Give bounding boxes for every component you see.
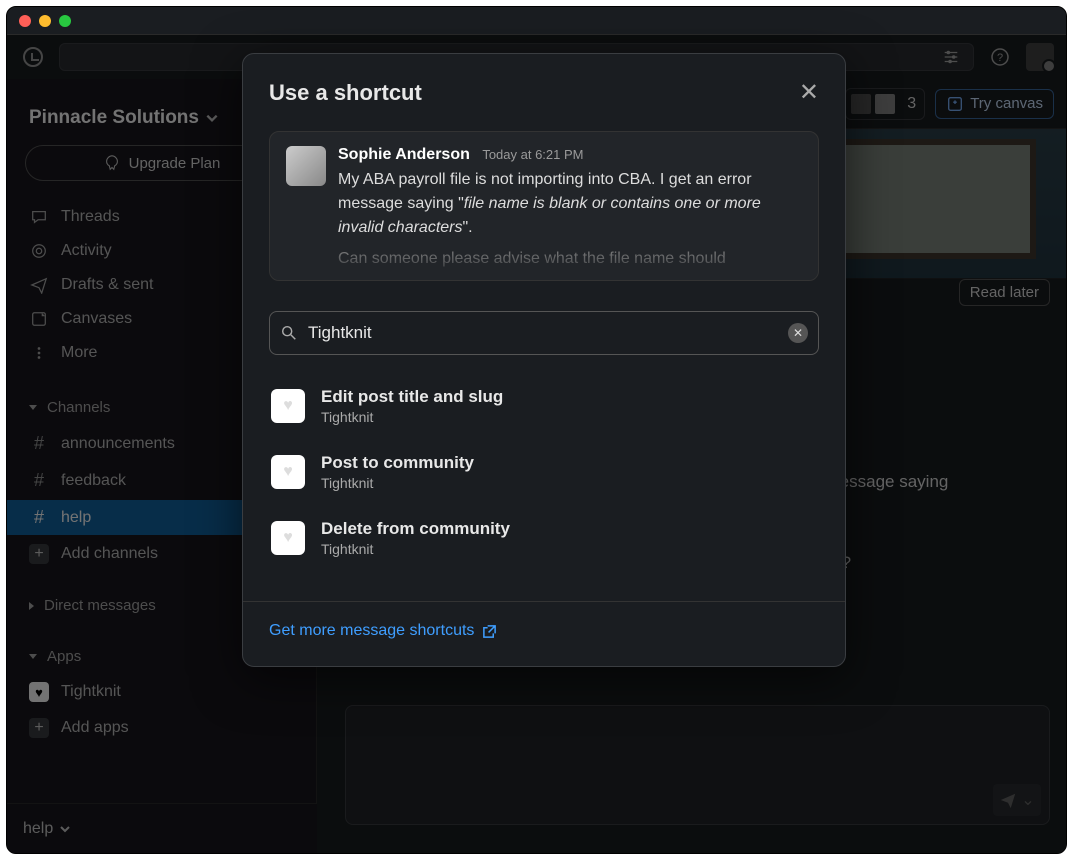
- shortcut-modal: Use a shortcut ✕ Sophie Anderson Today a…: [242, 53, 846, 667]
- shortcut-list: ♥ Edit post title and slug Tightknit ♥ P…: [243, 355, 845, 601]
- channel-label: announcements: [61, 435, 175, 453]
- context-message: Sophie Anderson Today at 6:21 PM My ABA …: [269, 131, 819, 281]
- shortcut-label: Delete from community: [321, 519, 510, 539]
- message-composer[interactable]: ⌄: [345, 705, 1050, 825]
- section-label: Channels: [47, 399, 110, 416]
- traffic-close[interactable]: [19, 15, 31, 27]
- plus-icon: +: [29, 718, 49, 738]
- nav-label: Activity: [61, 242, 112, 260]
- traffic-minimize[interactable]: [39, 15, 51, 27]
- read-later-label: Read later: [970, 284, 1039, 301]
- hash-icon: #: [29, 433, 49, 454]
- app-label: Tightknit: [61, 683, 121, 701]
- traffic-zoom[interactable]: [59, 15, 71, 27]
- nav-label: Drafts & sent: [61, 276, 153, 294]
- shortcut-app-name: Tightknit: [321, 475, 474, 491]
- chevron-down-icon: [59, 823, 71, 835]
- canvas-plus-icon: [946, 95, 964, 113]
- member-count: 3: [907, 95, 916, 113]
- channel-label: help: [61, 509, 91, 527]
- section-label: Direct messages: [44, 597, 156, 614]
- tightknit-icon: ♥: [271, 389, 305, 423]
- footer-link-label: Get more message shortcuts: [269, 622, 474, 640]
- chevron-down-icon: [205, 111, 219, 125]
- shortcut-search-input[interactable]: [308, 323, 778, 343]
- try-canvas-button[interactable]: Try canvas: [935, 89, 1054, 119]
- nav-label: Canvases: [61, 310, 132, 328]
- channel-label: feedback: [61, 472, 126, 490]
- bottom-channel-label: help: [23, 820, 53, 838]
- external-link-icon: [482, 624, 497, 639]
- workspace-name: Pinnacle Solutions: [29, 107, 199, 129]
- nav-label: More: [61, 344, 97, 362]
- threads-icon: [29, 208, 49, 226]
- add-channels-label: Add channels: [61, 545, 158, 563]
- close-icon: ✕: [799, 79, 819, 106]
- member-count-button[interactable]: 3: [845, 88, 925, 120]
- avatar: [873, 92, 897, 116]
- add-apps[interactable]: + Add apps: [17, 711, 306, 745]
- msg-text: ".: [463, 219, 473, 236]
- modal-title: Use a shortcut: [269, 80, 422, 106]
- tightknit-icon: ♥: [271, 455, 305, 489]
- jump-to-channel[interactable]: help: [23, 820, 71, 838]
- send-icon: [29, 276, 49, 294]
- search-icon: [280, 324, 298, 342]
- more-icon: [29, 344, 49, 362]
- message-body: My ABA payroll file is not importing int…: [338, 168, 802, 240]
- help-icon: ?: [990, 47, 1010, 67]
- clear-search-button[interactable]: ✕: [788, 323, 808, 343]
- user-avatar[interactable]: [1026, 43, 1054, 71]
- avatar: [849, 92, 873, 116]
- shortcut-edit-post[interactable]: ♥ Edit post title and slug Tightknit: [269, 373, 819, 439]
- app-tightknit[interactable]: ♥ Tightknit: [17, 675, 306, 709]
- try-canvas-label: Try canvas: [970, 95, 1043, 112]
- caret-right-icon: [29, 602, 34, 610]
- shortcut-delete-from-community[interactable]: ♥ Delete from community Tightknit: [269, 505, 819, 571]
- modal-close-button[interactable]: ✕: [799, 78, 819, 107]
- nav-label: Threads: [61, 208, 120, 226]
- svg-text:?: ?: [997, 52, 1003, 64]
- canvas-icon: [29, 310, 49, 328]
- sliders-icon: [942, 48, 960, 66]
- send-icon: [999, 791, 1017, 809]
- shortcut-label: Post to community: [321, 453, 474, 473]
- hash-icon: #: [29, 507, 49, 528]
- shortcut-app-name: Tightknit: [321, 409, 503, 425]
- shortcut-label: Edit post title and slug: [321, 387, 503, 407]
- send-button[interactable]: ⌄: [993, 784, 1041, 816]
- add-apps-label: Add apps: [61, 719, 129, 737]
- avatar: [286, 146, 326, 186]
- shortcut-post-to-community[interactable]: ♥ Post to community Tightknit: [269, 439, 819, 505]
- chevron-down-icon: ⌄: [1021, 790, 1034, 810]
- help-button[interactable]: ?: [986, 43, 1014, 71]
- message-timestamp: Today at 6:21 PM: [482, 147, 583, 162]
- at-icon: [29, 242, 49, 260]
- tightknit-icon: ♥: [29, 682, 49, 702]
- hash-icon: #: [29, 470, 49, 491]
- close-icon: ✕: [793, 326, 803, 340]
- clock-icon: [23, 47, 43, 67]
- history-button[interactable]: [19, 43, 47, 71]
- section-label: Apps: [47, 648, 81, 665]
- shortcut-app-name: Tightknit: [321, 541, 510, 557]
- filter-button[interactable]: [937, 43, 965, 71]
- plus-icon: +: [29, 544, 49, 564]
- caret-down-icon: [29, 405, 37, 410]
- caret-down-icon: [29, 654, 37, 659]
- window-titlebar: [7, 7, 1066, 35]
- get-more-shortcuts-link[interactable]: Get more message shortcuts: [269, 622, 819, 640]
- read-later-button[interactable]: Read later: [959, 279, 1050, 306]
- upgrade-label: Upgrade Plan: [129, 155, 221, 172]
- rocket-icon: [103, 154, 121, 172]
- shortcut-search[interactable]: ✕: [269, 311, 819, 355]
- tightknit-icon: ♥: [271, 521, 305, 555]
- message-body-continuation: Can someone please advise what the file …: [338, 250, 802, 268]
- message-author: Sophie Anderson: [338, 146, 470, 163]
